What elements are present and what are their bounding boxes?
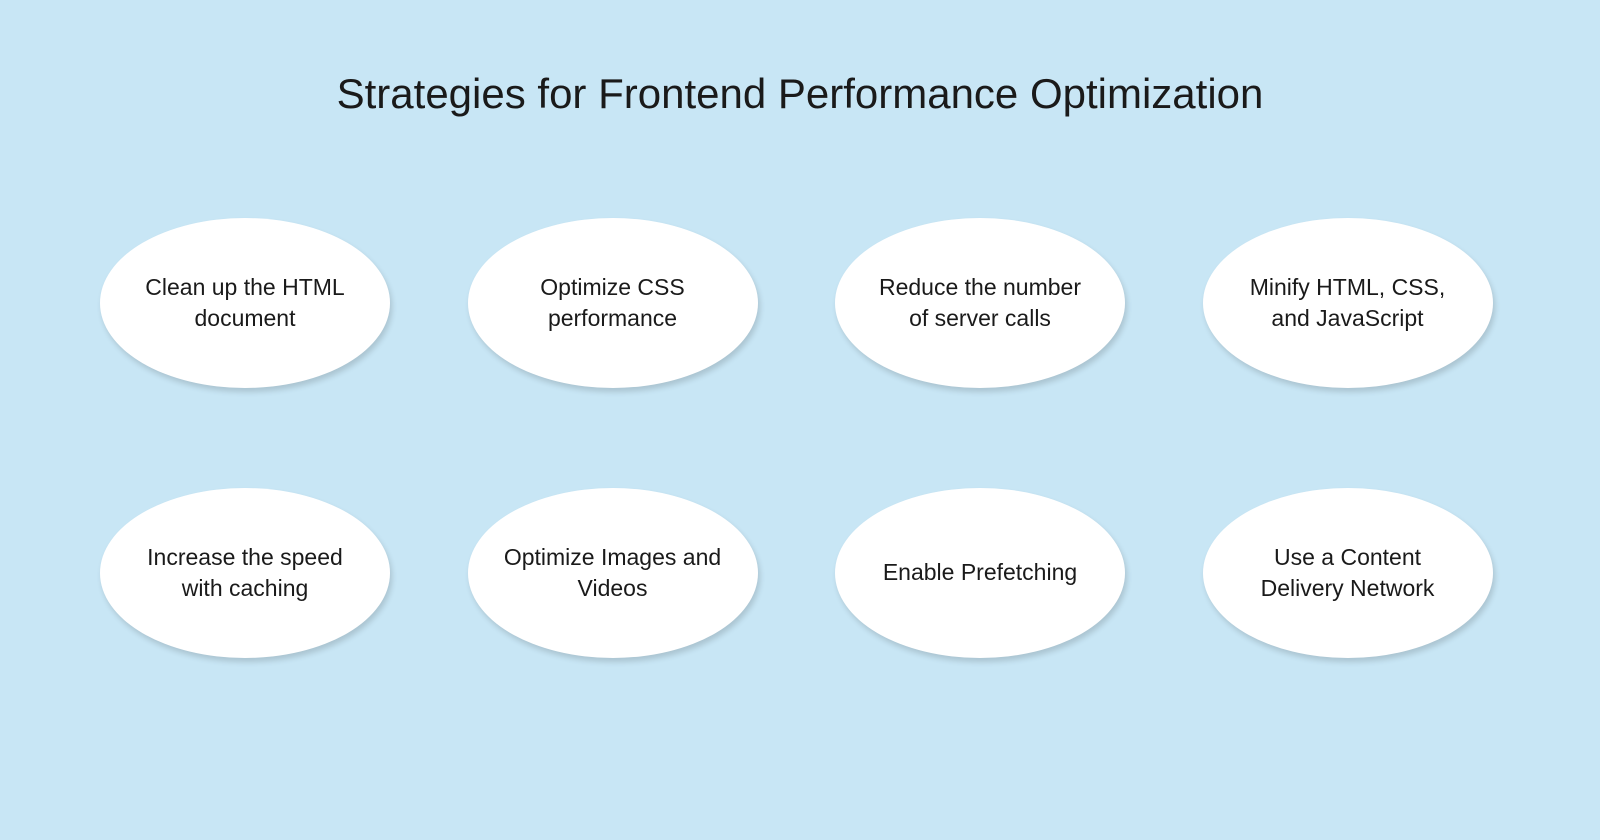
strategy-ellipse: Increase the speed with caching [100,488,390,658]
strategy-ellipse: Clean up the HTML document [100,218,390,388]
strategy-ellipse: Optimize Images and Videos [468,488,758,658]
diagram-title: Strategies for Frontend Performance Opti… [337,70,1264,118]
strategy-ellipse: Reduce the number of server calls [835,218,1125,388]
strategy-ellipse: Minify HTML, CSS, and JavaScript [1203,218,1493,388]
strategy-ellipse: Enable Prefetching [835,488,1125,658]
strategies-grid: Clean up the HTML document Optimize CSS … [100,218,1500,658]
strategy-ellipse: Optimize CSS performance [468,218,758,388]
strategy-ellipse: Use a Content Delivery Network [1203,488,1493,658]
